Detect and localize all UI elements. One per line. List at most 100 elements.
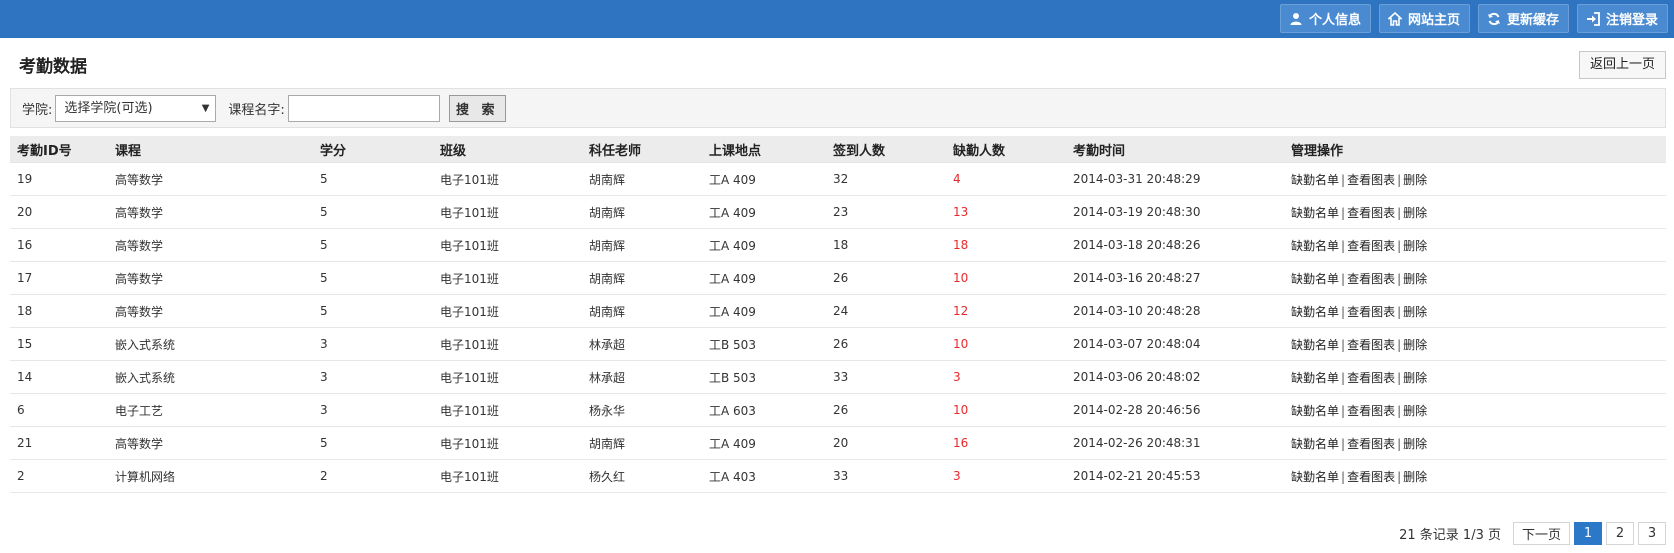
logout-icon: [1586, 11, 1600, 26]
search-button[interactable]: 搜 索: [448, 94, 506, 122]
cell-class: 电子101班: [433, 294, 582, 328]
delete-link[interactable]: 删除: [1403, 206, 1427, 220]
delete-link[interactable]: 删除: [1403, 173, 1427, 187]
separator: |: [1397, 469, 1402, 484]
cell-course: 嵌入式系统: [108, 327, 313, 361]
college-select-value: 选择学院(可选): [64, 100, 153, 116]
homepage-button[interactable]: 网站主页: [1378, 4, 1470, 33]
absence-list-link[interactable]: 缺勤名单: [1291, 338, 1339, 352]
delete-link[interactable]: 删除: [1403, 371, 1427, 385]
logout-button[interactable]: 注销登录: [1576, 4, 1668, 33]
view-chart-link[interactable]: 查看图表: [1347, 305, 1395, 319]
absence-list-link[interactable]: 缺勤名单: [1291, 239, 1339, 253]
table-row: 18 高等数学 5 电子101班 胡南辉 工A 409 24 12 2014-03-10 20:…: [10, 294, 1666, 328]
page-2-button[interactable]: 2: [1606, 522, 1634, 545]
separator: |: [1341, 469, 1346, 484]
view-chart-link[interactable]: 查看图表: [1347, 272, 1395, 286]
course-name-label: 课程名字:: [228, 102, 285, 118]
separator: |: [1341, 271, 1346, 286]
cell-credit: 3: [313, 393, 433, 427]
refresh-cache-button[interactable]: 更新缓存: [1477, 4, 1569, 33]
record-info: 21 条记录 1/3 页: [1399, 528, 1501, 543]
absence-list-link[interactable]: 缺勤名单: [1291, 371, 1339, 385]
view-chart-link[interactable]: 查看图表: [1347, 239, 1395, 253]
delete-link[interactable]: 删除: [1403, 437, 1427, 451]
separator: |: [1341, 370, 1346, 385]
header-teacher: 科任老师: [582, 136, 702, 163]
cell-time: 2014-02-28 20:46:56: [1066, 393, 1284, 427]
cell-time: 2014-02-21 20:45:53: [1066, 459, 1284, 493]
college-select[interactable]: 选择学院(可选) ▼: [55, 94, 217, 122]
delete-link[interactable]: 删除: [1403, 272, 1427, 286]
cell-credit: 5: [313, 294, 433, 328]
separator: |: [1397, 370, 1402, 385]
view-chart-link[interactable]: 查看图表: [1347, 173, 1395, 187]
delete-link[interactable]: 删除: [1403, 338, 1427, 352]
delete-link[interactable]: 删除: [1403, 404, 1427, 418]
page-title: 考勤数据: [19, 57, 87, 77]
view-chart-link[interactable]: 查看图表: [1347, 404, 1395, 418]
header-location: 上课地点: [702, 136, 826, 163]
cell-signed: 26: [826, 393, 946, 427]
cell-id: 19: [10, 162, 108, 196]
course-name-input[interactable]: [287, 94, 440, 122]
cell-class: 电子101班: [433, 459, 582, 493]
cell-course: 高等数学: [108, 426, 313, 460]
delete-link[interactable]: 删除: [1403, 305, 1427, 319]
profile-button[interactable]: 个人信息: [1279, 4, 1371, 33]
absence-list-link[interactable]: 缺勤名单: [1291, 206, 1339, 220]
absence-list-link[interactable]: 缺勤名单: [1291, 470, 1339, 484]
cell-teacher: 林承超: [582, 360, 702, 394]
back-button[interactable]: 返回上一页: [1578, 51, 1666, 79]
cell-id: 16: [10, 228, 108, 262]
table-row: 6 电子工艺 3 电子101班 杨永华 工A 603 26 10 2014-02-28 20:4…: [10, 393, 1666, 427]
homepage-label: 网站主页: [1407, 13, 1460, 28]
cell-class: 电子101班: [433, 261, 582, 295]
separator: |: [1341, 238, 1346, 253]
separator: |: [1341, 403, 1346, 418]
separator: |: [1397, 304, 1402, 319]
cell-class: 电子101班: [433, 228, 582, 262]
cell-teacher: 林承超: [582, 327, 702, 361]
delete-link[interactable]: 删除: [1403, 470, 1427, 484]
cell-id: 18: [10, 294, 108, 328]
absence-list-link[interactable]: 缺勤名单: [1291, 404, 1339, 418]
next-page-button[interactable]: 下一页: [1513, 522, 1570, 545]
cell-course: 高等数学: [108, 195, 313, 229]
cell-course: 电子工艺: [108, 393, 313, 427]
page-1-button[interactable]: 1: [1574, 522, 1602, 545]
view-chart-link[interactable]: 查看图表: [1347, 437, 1395, 451]
cell-actions: 缺勤名单 | 查看图表 | 删除: [1284, 261, 1666, 295]
cell-teacher: 胡南辉: [582, 426, 702, 460]
cell-time: 2014-03-10 20:48:28: [1066, 294, 1284, 328]
page-3-button[interactable]: 3: [1638, 522, 1666, 545]
cell-credit: 5: [313, 228, 433, 262]
header-id: 考勤ID号: [10, 136, 108, 163]
view-chart-link[interactable]: 查看图表: [1347, 206, 1395, 220]
cell-id: 20: [10, 195, 108, 229]
view-chart-link[interactable]: 查看图表: [1347, 338, 1395, 352]
absence-list-link[interactable]: 缺勤名单: [1291, 305, 1339, 319]
separator: |: [1341, 436, 1346, 451]
header-course: 课程: [108, 136, 313, 163]
separator: |: [1397, 403, 1402, 418]
header-absent: 缺勤人数: [946, 136, 1066, 163]
cell-actions: 缺勤名单 | 查看图表 | 删除: [1284, 426, 1666, 460]
cell-actions: 缺勤名单 | 查看图表 | 删除: [1284, 459, 1666, 493]
table-row: 16 高等数学 5 电子101班 胡南辉 工A 409 18 18 2014-03-18 20:…: [10, 228, 1666, 262]
view-chart-link[interactable]: 查看图表: [1347, 470, 1395, 484]
delete-link[interactable]: 删除: [1403, 239, 1427, 253]
header-class: 班级: [433, 136, 582, 163]
separator: |: [1341, 172, 1346, 187]
absence-list-link[interactable]: 缺勤名单: [1291, 437, 1339, 451]
absence-list-link[interactable]: 缺勤名单: [1291, 272, 1339, 286]
cell-absent: 3: [946, 360, 1066, 394]
separator: |: [1397, 238, 1402, 253]
cell-absent: 12: [946, 294, 1066, 328]
cell-actions: 缺勤名单 | 查看图表 | 删除: [1284, 195, 1666, 229]
view-chart-link[interactable]: 查看图表: [1347, 371, 1395, 385]
separator: |: [1397, 436, 1402, 451]
absence-list-link[interactable]: 缺勤名单: [1291, 173, 1339, 187]
cell-class: 电子101班: [433, 162, 582, 196]
cell-class: 电子101班: [433, 393, 582, 427]
